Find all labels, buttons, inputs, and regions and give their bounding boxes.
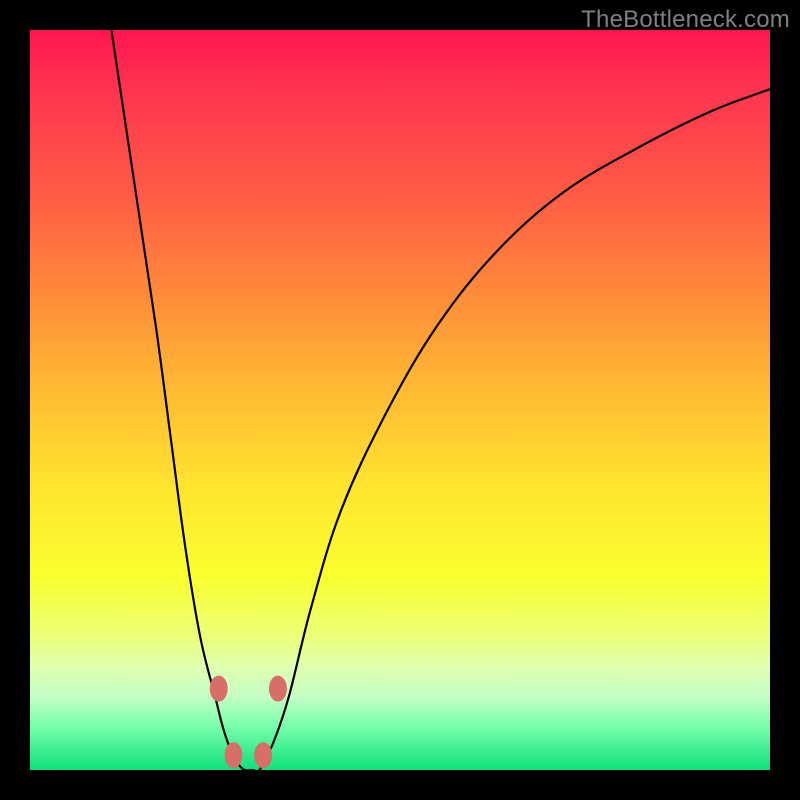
curve-svg <box>30 30 770 770</box>
curve-marker <box>225 742 243 768</box>
watermark-text: TheBottleneck.com <box>581 6 790 34</box>
curve-path <box>111 30 770 770</box>
chart-outer-frame: TheBottleneck.com <box>0 0 800 800</box>
curve-marker <box>210 676 228 702</box>
curve-marker <box>254 742 272 768</box>
chart-plot-area <box>30 30 770 770</box>
curve-marker <box>269 676 287 702</box>
curve-group <box>111 30 770 770</box>
